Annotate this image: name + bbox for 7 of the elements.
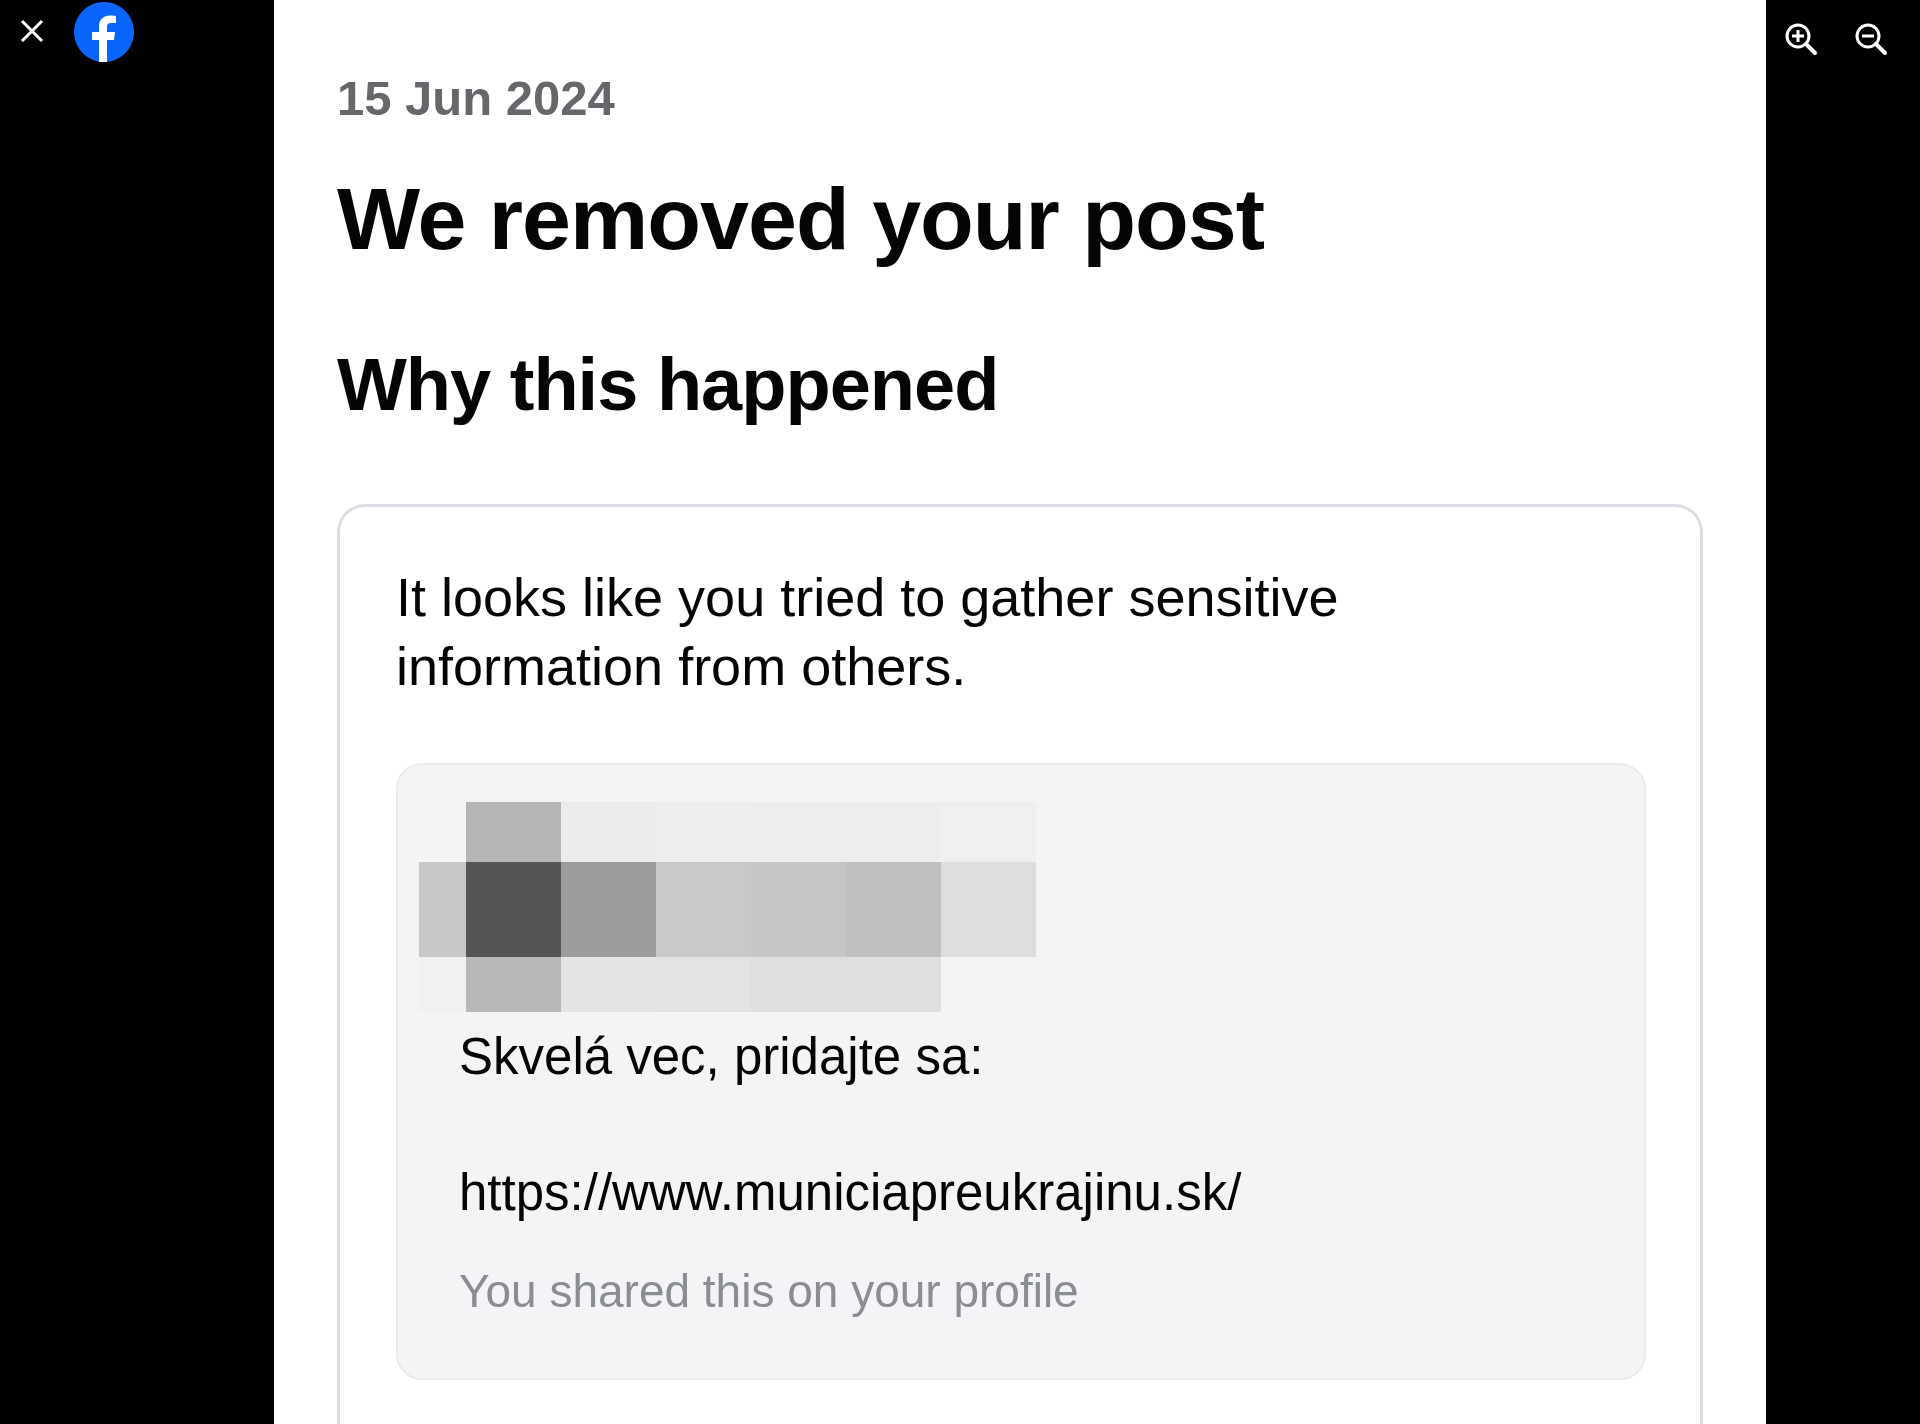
notice-title: We removed your post (337, 168, 1265, 270)
post-text: Skvelá vec, pridajte sa: (459, 1027, 984, 1087)
section-heading: Why this happened (337, 342, 999, 428)
notice-date: 15 Jun 2024 (337, 70, 615, 127)
reason-text: It looks like you tried to gather sensitive information from others. (396, 566, 1340, 698)
logo-icon[interactable] (74, 2, 134, 62)
post-note: You shared this on your profile (459, 1264, 1079, 1319)
